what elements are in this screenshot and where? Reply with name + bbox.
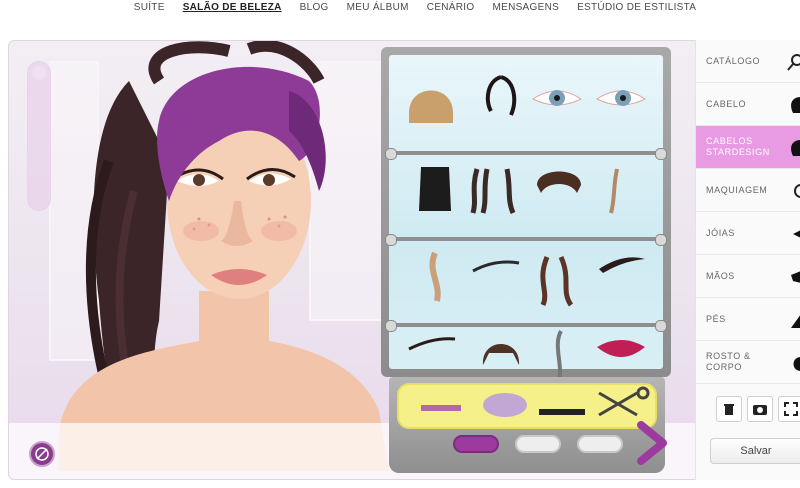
zoom-slider[interactable] [27,61,51,211]
tray-tools [397,383,657,429]
closet-item-hair-side-lock[interactable] [531,251,587,307]
closet-item-eyebrow-thin[interactable] [403,321,459,377]
trash-icon [724,404,734,415]
trash-button[interactable] [716,396,742,422]
category-label: CABELOS STARDESIGN [706,136,770,157]
nav-meu-album[interactable]: MEU ÁLBUM [347,0,409,18]
camera-button[interactable] [747,396,773,422]
category-joias[interactable]: JÓIAS [696,212,800,255]
category-cabelos-stardesign[interactable]: CABELOS STARDESIGN [696,126,800,169]
hair-silhouette-icon [791,97,800,113]
cabinet-frame [381,47,671,380]
hand-icon [791,271,800,283]
closet-item-eyelashes[interactable] [467,241,523,297]
fullscreen-icon [784,402,798,416]
save-button[interactable]: Salvar [710,438,800,464]
magnifier-icon [787,54,800,71]
closet-item-hair-grey-wisp[interactable] [533,325,589,381]
closet-item-eyes-blue-closed[interactable] [593,71,649,127]
closet-cabinet [381,47,671,473]
cabinet-glass [385,55,667,380]
closet-item-hair-black-long[interactable] [407,161,463,217]
nav-mensagens[interactable]: MENSAGENS [492,0,559,18]
category-maquiagem[interactable]: MAQUIAGEM [696,169,800,212]
fullscreen-button[interactable] [778,396,800,422]
category-label: CABELO [706,98,747,109]
closet-item-hair-light-braid[interactable] [405,247,461,303]
nav-cenario[interactable]: CENÁRIO [427,0,475,18]
closet-item-hair-brown-fringe[interactable] [531,159,587,215]
hair-silhouette-icon [791,140,800,156]
category-maos[interactable]: MÃOS [696,255,800,298]
closet-page-2[interactable] [515,435,561,453]
category-label: CATÁLOGO [706,55,761,66]
hair-tools-icon [421,386,650,417]
category-cabelo[interactable]: CABELO [696,83,800,126]
foot-icon [791,315,800,328]
face-icon [793,357,800,371]
category-label: MAQUIAGEM [706,184,768,195]
nav-estudio-de-estilista[interactable]: ESTÚDIO DE ESTILISTA [577,0,696,18]
closet-item-hair-strand[interactable] [589,159,645,215]
closet-item-eyebrow[interactable] [593,239,649,295]
category-sidebar: CATÁLOGO CABELO CABELOS STARDESIGN MAQUI… [695,40,800,480]
closet-item-hair-brown-short[interactable] [473,325,529,381]
closet-item-hair-black-wisps[interactable] [473,71,529,127]
closet-page-3[interactable] [577,435,623,453]
cabinet-tray [389,377,667,473]
category-label: PÉS [706,313,726,324]
closet-item-eyes-blue[interactable] [529,71,585,127]
nav-suite[interactable]: SUÍTE [134,0,165,18]
category-pes[interactable]: PÉS [696,298,800,341]
category-catalogo[interactable]: CATÁLOGO [696,40,800,83]
nav-blog[interactable]: BLOG [300,0,329,18]
closet-item-lips-magenta[interactable] [593,321,649,377]
category-label: ROSTO & CORPO [706,351,751,372]
category-rosto-e-corpo[interactable]: ROSTO & CORPO [696,341,800,384]
closet-item-hair-dreads[interactable] [467,159,523,215]
beauty-salon-stage [8,40,708,480]
remove-item-icon[interactable] [29,441,55,467]
camera-icon [753,405,767,415]
category-label: JÓIAS [706,227,736,238]
shelf [385,148,667,160]
jewel-icon [793,230,800,238]
face-icon [794,184,800,198]
slider-handle[interactable] [32,66,46,80]
closet-item-hair-blonde-bob[interactable] [403,73,459,129]
nav-salao-de-beleza[interactable]: SALÃO DE BELEZA [183,0,282,18]
avatar [59,41,389,471]
category-label: MÃOS [706,270,735,281]
closet-page-1[interactable] [453,435,499,453]
top-navigation: SUÍTE SALÃO DE BELEZA BLOG MEU ÁLBUM CEN… [0,0,800,18]
next-page-arrow-icon[interactable] [635,421,669,465]
